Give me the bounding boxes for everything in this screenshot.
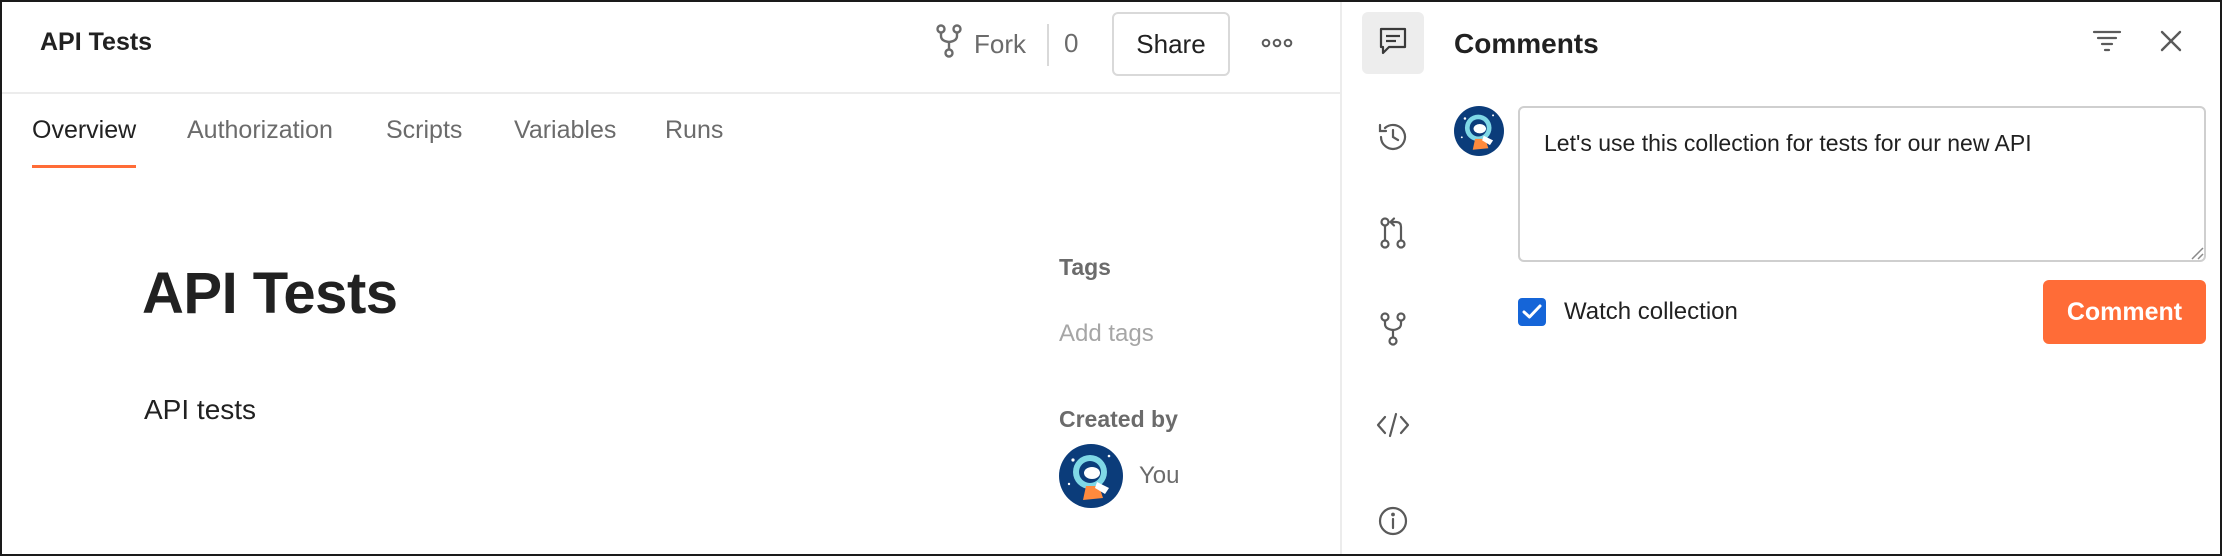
filter-button[interactable]	[2090, 26, 2124, 60]
rail-code-button[interactable]	[1362, 396, 1424, 458]
collection-description[interactable]: API tests	[144, 394, 256, 426]
history-icon	[1376, 120, 1410, 159]
watch-collection-toggle[interactable]: Watch collection	[1518, 296, 1738, 328]
comments-panel: Comments Let's use this collection for t…	[1440, 2, 2220, 554]
filter-icon	[2092, 28, 2122, 59]
comments-title: Comments	[1454, 28, 1599, 59]
submit-comment-button[interactable]: Comment	[2043, 280, 2206, 344]
rail-pull-requests-button[interactable]	[1362, 204, 1424, 266]
rail-info-button[interactable]	[1362, 492, 1424, 554]
collection-title: API Tests	[40, 28, 153, 56]
comment-input[interactable]	[1518, 106, 2206, 262]
close-comments-button[interactable]	[2154, 26, 2188, 60]
close-icon	[2159, 29, 2183, 58]
tab-runs[interactable]: Runs	[665, 116, 723, 168]
tab-overview[interactable]: Overview	[32, 116, 137, 168]
info-icon	[1377, 505, 1409, 542]
tab-variables[interactable]: Variables	[514, 116, 616, 168]
fork-icon	[1378, 311, 1408, 352]
collection-heading[interactable]: API Tests	[142, 260, 398, 327]
fork-icon	[934, 23, 964, 65]
collection-tabs: Overview Authorization Scripts Variables…	[2, 96, 1340, 168]
watch-collection-label: Watch collection	[1564, 298, 1738, 325]
collection-main-pane: API Tests Fork 0 Share Overview Authoriz…	[2, 2, 1340, 554]
rail-forks-button[interactable]	[1362, 300, 1424, 362]
watch-checkbox[interactable]	[1518, 298, 1546, 326]
fork-label: Fork	[974, 28, 1026, 59]
fork-divider	[1047, 24, 1049, 66]
more-options-button[interactable]	[1257, 24, 1297, 64]
pull-request-icon	[1378, 215, 1408, 256]
app-frame: API Tests Fork 0 Share Overview Authoriz…	[0, 0, 2222, 556]
code-icon	[1375, 410, 1411, 445]
creator-name[interactable]: You	[1139, 462, 1180, 490]
resize-handle-icon[interactable]	[2188, 244, 2204, 260]
fork-button[interactable]: Fork	[934, 23, 1026, 65]
comments-icon	[1377, 25, 1409, 62]
avatar	[1059, 444, 1123, 508]
right-sidebar-rail	[1340, 2, 1440, 554]
avatar	[1454, 106, 1504, 156]
rail-comments-button[interactable]	[1362, 12, 1424, 74]
tags-label: Tags	[1059, 254, 1111, 280]
add-tags-link[interactable]: Add tags	[1059, 320, 1154, 348]
more-horizontal-icon	[1261, 35, 1293, 53]
share-button[interactable]: Share	[1112, 12, 1230, 76]
rail-history-button[interactable]	[1362, 108, 1424, 170]
tab-scripts[interactable]: Scripts	[386, 116, 462, 168]
collection-header: API Tests Fork 0 Share	[2, 2, 1340, 94]
created-by-label: Created by	[1059, 406, 1178, 432]
tab-authorization[interactable]: Authorization	[187, 116, 333, 168]
fork-count[interactable]: 0	[1064, 28, 1078, 59]
